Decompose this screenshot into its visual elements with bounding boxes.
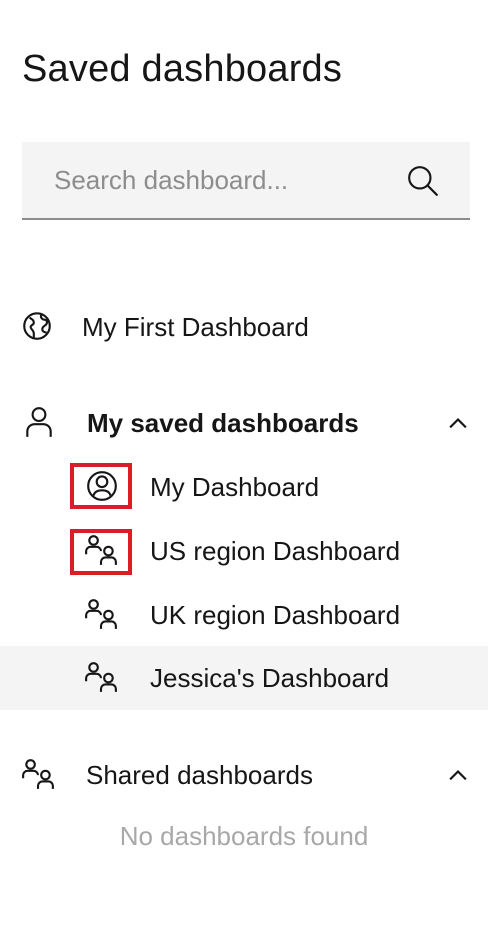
group-icon bbox=[85, 662, 117, 692]
chevron-up-icon[interactable] bbox=[444, 409, 472, 437]
dashboard-item-uk-region-dashboard[interactable]: UK region Dashboard bbox=[0, 583, 488, 647]
highlight-box bbox=[70, 463, 132, 509]
globe-icon bbox=[23, 312, 51, 340]
search-field[interactable] bbox=[22, 142, 470, 220]
search-input[interactable] bbox=[22, 142, 392, 218]
group-icon bbox=[85, 599, 117, 629]
dashboard-item-jessicas-dashboard[interactable]: Jessica's Dashboard bbox=[0, 646, 488, 710]
chevron-up-icon[interactable] bbox=[444, 761, 472, 789]
group-icon bbox=[22, 759, 54, 789]
panel-title: Saved dashboards bbox=[22, 48, 343, 90]
dashboard-item-my-first-dashboard[interactable]: My First Dashboard bbox=[0, 295, 488, 359]
section-header-shared-dashboards[interactable]: Shared dashboards bbox=[0, 743, 488, 807]
dashboard-item-label: Jessica's Dashboard bbox=[150, 663, 390, 693]
highlight-box bbox=[70, 529, 132, 575]
search-icon[interactable] bbox=[406, 164, 440, 198]
user-icon bbox=[26, 407, 52, 437]
dashboard-item-label: My First Dashboard bbox=[82, 312, 309, 342]
dashboard-item-label: UK region Dashboard bbox=[150, 600, 401, 630]
section-header-label: My saved dashboards bbox=[87, 408, 359, 438]
dashboard-item-label: My Dashboard bbox=[150, 472, 320, 502]
section-header-label: Shared dashboards bbox=[86, 760, 313, 790]
dashboard-item-label: US region Dashboard bbox=[150, 536, 401, 566]
empty-state-message: No dashboards found bbox=[119, 821, 369, 851]
section-header-my-saved-dashboards[interactable]: My saved dashboards bbox=[0, 391, 488, 455]
